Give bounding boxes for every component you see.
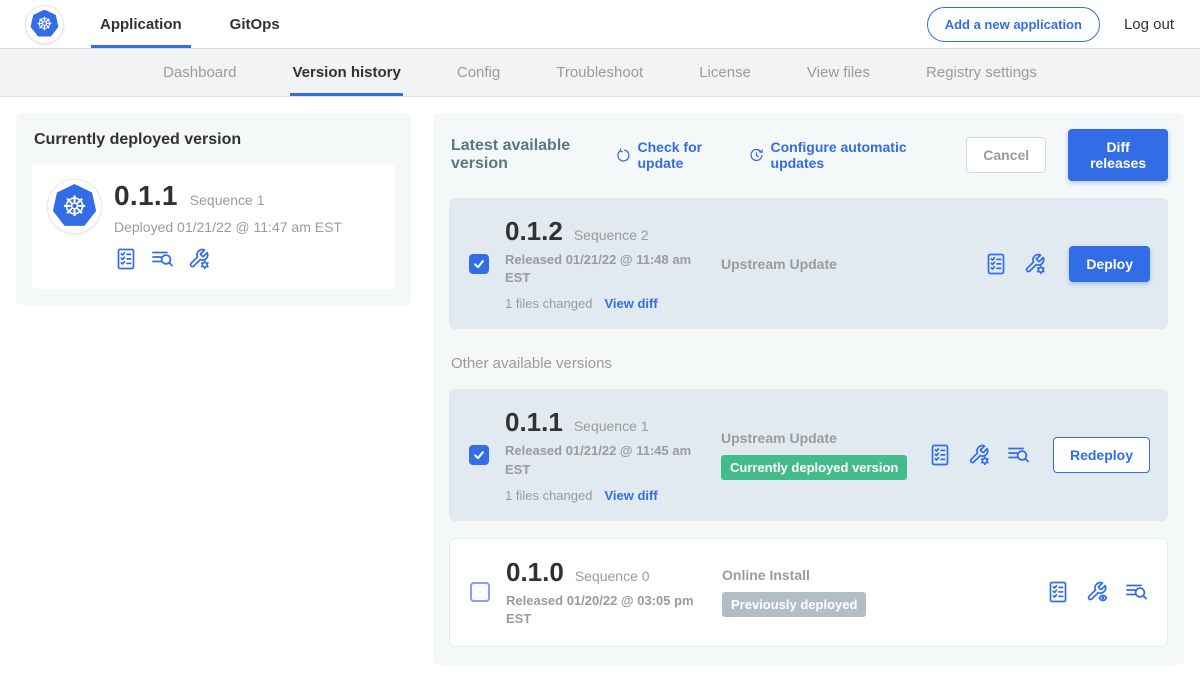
version-info: 0.1.0 Sequence 0 Released 01/20/22 @ 03:…	[506, 557, 716, 628]
version-checkbox[interactable]	[470, 582, 490, 602]
deployed-version-number: 0.1.1	[114, 180, 178, 212]
view-diff-link[interactable]: View diff	[604, 296, 657, 311]
subnav-troubleshoot[interactable]: Troubleshoot	[554, 49, 645, 96]
version-info: 0.1.1 Sequence 1 Released 01/21/22 @ 11:…	[505, 407, 715, 502]
sequence-label: Sequence 2	[574, 227, 649, 243]
view-logs-icon[interactable]	[1124, 580, 1149, 604]
subnav-version-history[interactable]: Version history	[290, 49, 402, 96]
refresh-icon	[616, 146, 631, 165]
kubernetes-app-icon: ☸	[48, 180, 101, 233]
released-timestamp: Released 01/21/22 @ 11:45 am EST	[505, 442, 701, 478]
deployed-sequence-label: Sequence 1	[190, 192, 265, 208]
edit-config-icon[interactable]	[1023, 252, 1047, 276]
edit-config-icon[interactable]	[967, 443, 991, 467]
top-nav: ☸ Application GitOps Add a new applicati…	[0, 0, 1200, 49]
preflight-checks-icon[interactable]	[984, 252, 1008, 276]
version-source: Upstream Update	[715, 256, 984, 272]
version-checkbox[interactable]	[469, 445, 489, 465]
deployed-version-info: 0.1.1 Sequence 1 Deployed 01/21/22 @ 11:…	[114, 180, 342, 271]
currently-deployed-panel: Currently deployed version ☸ 0.1.1 Seque…	[16, 113, 411, 305]
sequence-label: Sequence 1	[574, 418, 649, 434]
source-label: Upstream Update	[721, 430, 928, 446]
tab-application[interactable]: Application	[91, 0, 191, 48]
subnav-registry-settings[interactable]: Registry settings	[924, 49, 1039, 96]
configure-automatic-updates-link[interactable]: Configure automatic updates	[749, 139, 923, 171]
version-row-0-1-0: 0.1.0 Sequence 0 Released 01/20/22 @ 03:…	[449, 538, 1168, 647]
app-logo: ☸	[26, 0, 63, 48]
deployed-panel-title: Currently deployed version	[34, 131, 395, 149]
deployed-timestamp: Deployed 01/21/22 @ 11:47 am EST	[114, 219, 342, 235]
check-for-update-link[interactable]: Check for update	[616, 139, 727, 171]
version-number: 0.1.2	[505, 216, 563, 247]
redeploy-button[interactable]: Redeploy	[1053, 437, 1150, 473]
top-nav-tabs: Application GitOps	[91, 0, 289, 48]
released-timestamp: Released 01/20/22 @ 03:05 pm EST	[506, 592, 702, 628]
deployed-version-card: ☸ 0.1.1 Sequence 1 Deployed 01/21/22 @ 1…	[32, 164, 395, 289]
tab-gitops[interactable]: GitOps	[221, 0, 289, 48]
version-info: 0.1.2 Sequence 2 Released 01/21/22 @ 11:…	[505, 216, 715, 311]
view-logs-icon[interactable]	[150, 247, 175, 271]
subnav-license[interactable]: License	[697, 49, 753, 96]
view-config-icon[interactable]	[1085, 580, 1109, 604]
preflight-checks-icon[interactable]	[114, 247, 138, 271]
add-application-button[interactable]: Add a new application	[927, 7, 1100, 42]
preflight-checks-icon[interactable]	[1046, 580, 1070, 604]
version-actions: Redeploy	[928, 437, 1150, 473]
version-source: Online Install Previously deployed	[716, 567, 1046, 617]
cancel-button[interactable]: Cancel	[966, 137, 1046, 173]
version-row-0-1-2: 0.1.2 Sequence 2 Released 01/21/22 @ 11:…	[449, 198, 1168, 329]
version-source: Upstream Update Currently deployed versi…	[715, 430, 928, 480]
version-number: 0.1.0	[506, 557, 564, 588]
version-actions	[1046, 580, 1149, 604]
latest-version-title: Latest available version	[451, 137, 594, 173]
version-actions: Deploy	[984, 246, 1150, 282]
source-label: Upstream Update	[721, 256, 984, 272]
version-history-panel: Latest available version Check for updat…	[433, 113, 1184, 665]
subnav-dashboard[interactable]: Dashboard	[161, 49, 238, 96]
files-changed-label: 1 files changed	[505, 488, 592, 503]
currently-deployed-badge: Currently deployed version	[721, 455, 907, 480]
main-content: Currently deployed version ☸ 0.1.1 Seque…	[0, 97, 1200, 681]
version-row-0-1-1: 0.1.1 Sequence 1 Released 01/21/22 @ 11:…	[449, 389, 1168, 520]
latest-version-header: Latest available version Check for updat…	[449, 129, 1168, 181]
clock-refresh-icon	[749, 146, 764, 165]
edit-config-icon[interactable]	[187, 247, 211, 271]
diff-releases-button[interactable]: Diff releases	[1068, 129, 1168, 181]
version-checkbox[interactable]	[469, 254, 489, 274]
preflight-checks-icon[interactable]	[928, 443, 952, 467]
app-subnav: Dashboard Version history Config Trouble…	[0, 49, 1200, 97]
top-nav-right: Add a new application Log out	[927, 0, 1174, 48]
version-number: 0.1.1	[505, 407, 563, 438]
view-diff-link[interactable]: View diff	[604, 488, 657, 503]
logout-button[interactable]: Log out	[1124, 16, 1174, 33]
other-versions-title: Other available versions	[451, 355, 1166, 372]
subnav-view-files[interactable]: View files	[805, 49, 872, 96]
subnav-config[interactable]: Config	[455, 49, 502, 96]
kubernetes-logo-icon: ☸	[26, 6, 63, 43]
deploy-button[interactable]: Deploy	[1069, 246, 1150, 282]
sequence-label: Sequence 0	[575, 568, 650, 584]
released-timestamp: Released 01/21/22 @ 11:48 am EST	[505, 251, 701, 287]
source-label: Online Install	[722, 567, 1046, 583]
previously-deployed-badge: Previously deployed	[722, 592, 866, 617]
files-changed-label: 1 files changed	[505, 296, 592, 311]
view-logs-icon[interactable]	[1006, 443, 1031, 467]
